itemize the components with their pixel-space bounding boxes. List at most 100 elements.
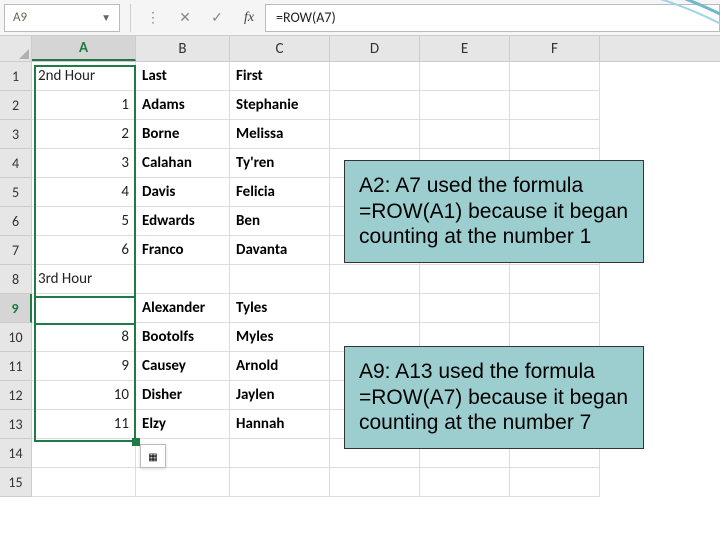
vertical-dots-icon[interactable]: ⋮ xyxy=(137,9,169,26)
table-row: 12nd HourLastFirst xyxy=(0,62,720,91)
cell[interactable] xyxy=(420,62,510,91)
row-header-10[interactable]: 10 xyxy=(0,323,32,352)
row-header-12[interactable]: 12 xyxy=(0,381,32,410)
cell[interactable] xyxy=(510,120,600,149)
cell[interactable]: Tyles xyxy=(230,294,330,323)
cell[interactable] xyxy=(136,468,230,497)
cell[interactable] xyxy=(510,91,600,120)
check-icon[interactable]: ✓ xyxy=(201,9,233,26)
cell[interactable]: Melissa xyxy=(230,120,330,149)
cell[interactable]: Jaylen xyxy=(230,381,330,410)
cancel-icon[interactable]: ✕ xyxy=(169,9,201,26)
row-header-6[interactable]: 6 xyxy=(0,207,32,236)
row-header-7[interactable]: 7 xyxy=(0,236,32,265)
cell[interactable] xyxy=(32,439,136,468)
cell[interactable]: Davanta xyxy=(230,236,330,265)
cell[interactable]: Disher xyxy=(136,381,230,410)
cell[interactable]: Davis xyxy=(136,178,230,207)
cell[interactable]: Last xyxy=(136,62,230,91)
cell[interactable]: 5 xyxy=(32,207,136,236)
select-all-corner[interactable] xyxy=(0,36,32,62)
cell[interactable]: 10 xyxy=(32,381,136,410)
cell[interactable]: Calahan xyxy=(136,149,230,178)
cell[interactable]: Arnold xyxy=(230,352,330,381)
autofill-options-button[interactable]: ▦ xyxy=(140,444,166,468)
cell[interactable]: Myles xyxy=(230,323,330,352)
cell[interactable] xyxy=(330,91,420,120)
cell[interactable] xyxy=(330,62,420,91)
row-header-4[interactable]: 4 xyxy=(0,149,32,178)
cell[interactable]: Adams xyxy=(136,91,230,120)
cell[interactable] xyxy=(230,468,330,497)
cell[interactable] xyxy=(420,120,510,149)
column-header-b[interactable]: B xyxy=(136,36,230,61)
cell[interactable]: Alexander xyxy=(136,294,230,323)
name-box[interactable]: A9 ▼ xyxy=(4,4,120,32)
row-header-14[interactable]: 14 xyxy=(0,439,32,468)
column-headers: ABCDEF xyxy=(32,36,720,62)
cell[interactable] xyxy=(510,468,600,497)
cell[interactable] xyxy=(330,468,420,497)
cell[interactable] xyxy=(230,439,330,468)
annotation-callout-2: A9: A13 used the formula =ROW(A7) becaus… xyxy=(344,346,644,449)
formula-bar: A9 ▼ ⋮ ✕ ✓ fx =ROW(A7) xyxy=(0,0,720,36)
cell[interactable] xyxy=(420,265,510,294)
cell[interactable]: Elzy xyxy=(136,410,230,439)
row-header-13[interactable]: 13 xyxy=(0,410,32,439)
cell[interactable]: 2 xyxy=(32,120,136,149)
chevron-down-icon[interactable]: ▼ xyxy=(101,11,111,24)
cell[interactable]: Stephanie xyxy=(230,91,330,120)
cell[interactable] xyxy=(510,265,600,294)
cell[interactable]: First xyxy=(230,62,330,91)
cell[interactable]: Hannah xyxy=(230,410,330,439)
cell[interactable]: 1 xyxy=(32,91,136,120)
cell[interactable] xyxy=(510,62,600,91)
callout-text: A2: A7 used the formula =ROW(A1) because… xyxy=(359,174,628,248)
cell[interactable]: 3 xyxy=(32,149,136,178)
cell[interactable]: Borne xyxy=(136,120,230,149)
fill-handle[interactable] xyxy=(132,438,140,446)
cell[interactable] xyxy=(420,468,510,497)
row-header-8[interactable]: 8 xyxy=(0,265,32,294)
cell[interactable]: Franco xyxy=(136,236,230,265)
cell[interactable]: Bootolfs xyxy=(136,323,230,352)
column-header-d[interactable]: D xyxy=(330,36,420,61)
cell[interactable] xyxy=(510,294,600,323)
row-header-3[interactable]: 3 xyxy=(0,120,32,149)
table-row: 32BorneMelissa xyxy=(0,120,720,149)
cell[interactable]: 11 xyxy=(32,410,136,439)
cell[interactable]: 4 xyxy=(32,178,136,207)
fx-icon[interactable]: fx xyxy=(233,10,265,26)
column-header-c[interactable]: C xyxy=(230,36,330,61)
cell[interactable]: Ben xyxy=(230,207,330,236)
row-header-11[interactable]: 11 xyxy=(0,352,32,381)
cell[interactable] xyxy=(330,120,420,149)
row-header-2[interactable]: 2 xyxy=(0,91,32,120)
row-header-15[interactable]: 15 xyxy=(0,468,32,497)
cell[interactable]: Ty'ren xyxy=(230,149,330,178)
cell[interactable]: 6 xyxy=(32,236,136,265)
cell[interactable]: Causey xyxy=(136,352,230,381)
cell[interactable]: 9 xyxy=(32,352,136,381)
row-header-9[interactable]: 9 xyxy=(0,294,32,323)
autofill-icon: ▦ xyxy=(148,450,157,463)
row-header-1[interactable]: 1 xyxy=(0,62,32,91)
cell[interactable]: Felicia xyxy=(230,178,330,207)
cell[interactable] xyxy=(136,265,230,294)
column-header-e[interactable]: E xyxy=(420,36,510,61)
cell[interactable]: 3rd Hour xyxy=(32,265,136,294)
column-header-f[interactable]: F xyxy=(510,36,600,61)
cell[interactable] xyxy=(420,91,510,120)
cell[interactable]: 8 xyxy=(32,323,136,352)
cell[interactable]: 2nd Hour xyxy=(32,62,136,91)
cell[interactable]: 7 xyxy=(32,294,136,323)
formula-input[interactable]: =ROW(A7) xyxy=(265,4,720,32)
cell[interactable]: Edwards xyxy=(136,207,230,236)
cell[interactable] xyxy=(330,265,420,294)
cell[interactable] xyxy=(420,294,510,323)
cell[interactable] xyxy=(230,265,330,294)
row-header-5[interactable]: 5 xyxy=(0,178,32,207)
cell[interactable] xyxy=(32,468,136,497)
column-header-a[interactable]: A xyxy=(32,36,136,61)
cell[interactable] xyxy=(330,294,420,323)
